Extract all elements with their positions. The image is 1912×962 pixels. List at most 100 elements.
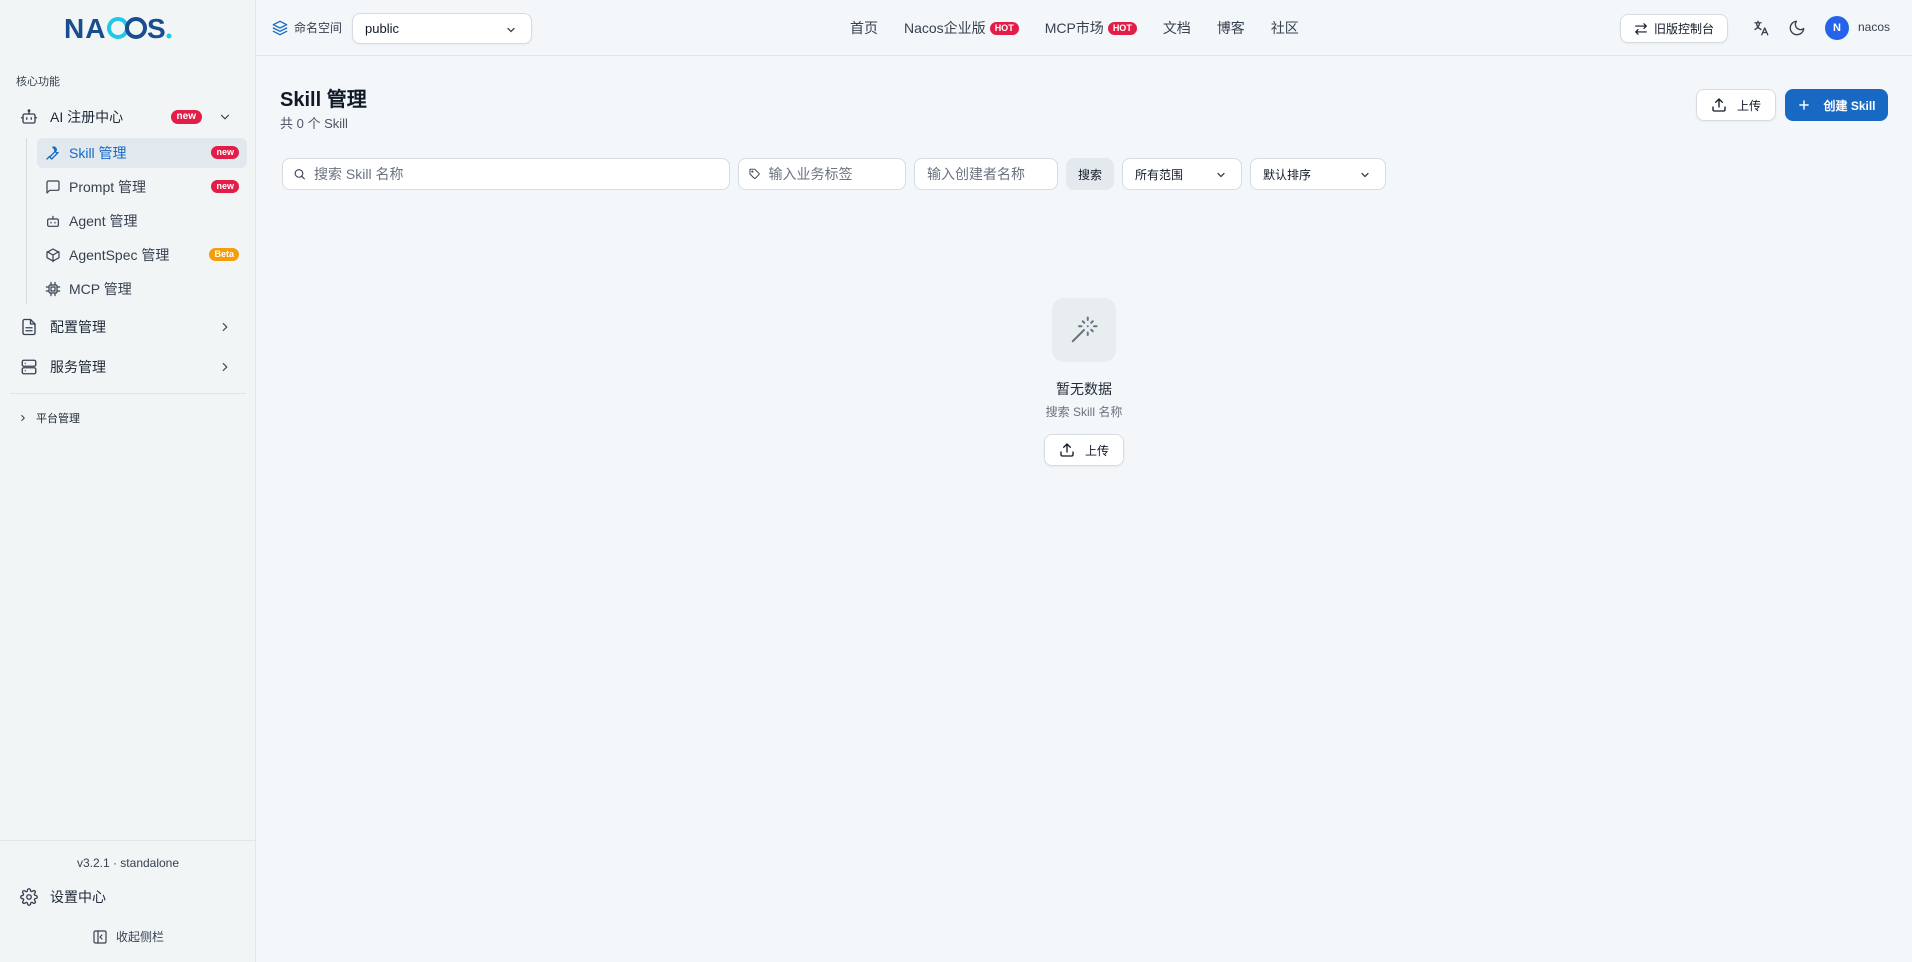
sidebar-item-label: Agent 管理 — [69, 213, 138, 229]
sort-value: 默认排序 — [1263, 167, 1312, 182]
robot-icon — [20, 108, 38, 126]
nav-label: 文档 — [1162, 20, 1191, 36]
tag-field[interactable] — [738, 158, 906, 190]
sidebar-item-skill[interactable]: Skill 管理 new — [37, 138, 247, 168]
chevron-down-icon — [507, 27, 515, 33]
nav-docs[interactable]: 文档 — [1163, 18, 1191, 38]
sidebar-item-config[interactable]: 配置管理 — [10, 311, 246, 343]
hot-badge: HOT — [989, 21, 1019, 35]
new-badge: new — [211, 146, 239, 159]
namespace-value: public — [365, 21, 399, 36]
avatar[interactable]: N — [1825, 16, 1849, 40]
sidebar-item-label: 配置管理 — [50, 319, 106, 335]
sidebar-item-mcp[interactable]: MCP 管理 — [37, 274, 247, 304]
namespace-select[interactable]: public — [352, 13, 532, 44]
upload-button[interactable]: 上传 — [1696, 89, 1776, 121]
upload-icon — [1712, 98, 1726, 112]
namespace-label-text: 命名空间 — [294, 21, 343, 35]
create-label: 创建 Skill — [1823, 98, 1876, 113]
chevron-down-icon — [220, 114, 230, 120]
sort-select[interactable]: 默认排序 — [1250, 158, 1386, 190]
section-title-core: 核心功能 — [16, 76, 60, 88]
old-console-button[interactable]: 旧版控制台 — [1620, 14, 1728, 43]
nav-home[interactable]: 首页 — [850, 18, 878, 38]
scope-select[interactable]: 所有范围 — [1122, 158, 1242, 190]
sidebar-item-service[interactable]: 服务管理 — [10, 351, 246, 383]
old-console-label: 旧版控制台 — [1653, 22, 1714, 36]
chip-icon — [45, 281, 61, 297]
skill-search-input[interactable] — [314, 159, 729, 189]
nav-label: Nacos企业版 — [904, 20, 986, 36]
username[interactable]: nacos — [1858, 20, 1890, 34]
upload-label: 上传 — [1736, 98, 1761, 113]
hot-badge: HOT — [1107, 21, 1137, 35]
swap-icon — [1635, 22, 1647, 35]
empty-state-upload-button[interactable]: 上传 — [1044, 434, 1124, 466]
upload-label: 上传 — [1084, 443, 1109, 458]
sidebar-group-platform[interactable]: 平台管理 — [18, 410, 80, 426]
version-label: v3.2.1 · standalone — [76, 856, 180, 870]
collapse-sidebar-button[interactable]: 收起侧栏 — [92, 928, 164, 945]
plus-icon — [1799, 100, 1810, 110]
nav-blog[interactable]: 博客 — [1217, 18, 1245, 38]
nav-enterprise[interactable]: Nacos企业版 HOT — [904, 18, 1019, 38]
chevron-right-icon — [222, 362, 228, 372]
sidebar-item-label: MCP 管理 — [69, 281, 132, 297]
sidebar-divider — [10, 393, 246, 394]
message-square-icon — [45, 179, 61, 195]
sidebar-item-agentspec[interactable]: AgentSpec 管理 Beta — [37, 240, 247, 270]
empty-state-subtitle: 搜索 Skill 名称 — [1045, 405, 1123, 419]
top-nav: 首页 Nacos企业版 HOT MCP市场 HOT 文档 博客 社区 — [850, 18, 1325, 38]
nav-label: 博客 — [1216, 20, 1245, 36]
empty-state-icon-box — [1052, 298, 1116, 362]
sidebar-item-prompt[interactable]: Prompt 管理 new — [37, 172, 247, 202]
namespace-label: 命名空间 — [272, 19, 342, 36]
sidebar-bottom-divider — [0, 840, 256, 841]
creator-field[interactable] — [914, 158, 1058, 190]
magic-wand-icon — [1071, 316, 1098, 343]
settings-center-button[interactable]: 设置中心 — [20, 887, 106, 907]
skill-search-field[interactable] — [282, 158, 730, 190]
chevron-down-icon — [1217, 172, 1225, 178]
new-badge: new — [211, 180, 239, 193]
search-icon — [294, 169, 305, 180]
tag-input[interactable] — [768, 159, 905, 189]
page-title: Skill 管理 — [280, 89, 367, 111]
chevron-right-icon — [222, 322, 228, 332]
sidebar-item-label: Prompt 管理 — [69, 179, 147, 195]
new-badge: new — [170, 110, 202, 124]
sidebar-item-ai-registry[interactable]: AI 注册中心 new — [10, 101, 246, 133]
moon-icon[interactable] — [1788, 19, 1806, 37]
create-skill-button[interactable]: 创建 Skill — [1785, 89, 1888, 121]
chevron-down-icon — [1361, 172, 1369, 178]
submenu-guide-line — [26, 138, 27, 304]
sidebar-item-agent[interactable]: Agent 管理 — [37, 206, 247, 236]
svg-text:NA: NA — [64, 14, 106, 42]
translate-icon[interactable] — [1752, 19, 1770, 37]
nav-community[interactable]: 社区 — [1271, 18, 1299, 38]
file-text-icon — [20, 318, 38, 336]
nav-label: MCP市场 — [1044, 20, 1104, 36]
sidebar-item-label: 服务管理 — [50, 359, 106, 375]
sidebar-group-label: 平台管理 — [36, 413, 80, 425]
nav-mcp-market[interactable]: MCP市场 HOT — [1045, 18, 1137, 38]
panel-left-icon — [93, 929, 107, 944]
top-bar: 命名空间 public 首页 Nacos企业版 HOT MCP市场 HOT 文档 博… — [256, 0, 1912, 56]
sidebar-item-label: Skill 管理 — [69, 145, 127, 161]
search-button[interactable]: 搜索 — [1066, 158, 1114, 190]
sidebar: NA S 核心功能 AI 注册中心 new Skill 管理 new Promp… — [0, 0, 256, 962]
scope-value: 所有范围 — [1135, 167, 1184, 182]
collapse-label: 收起侧栏 — [116, 930, 165, 944]
tag-icon — [749, 168, 760, 179]
empty-state-title: 暂无数据 — [1056, 381, 1112, 397]
nacos-logo[interactable]: NA S — [64, 12, 190, 44]
creator-input[interactable] — [927, 159, 1057, 189]
package-icon — [45, 247, 61, 263]
sidebar-item-label: AgentSpec 管理 — [69, 247, 170, 263]
page-subtitle: 共 0 个 Skill — [280, 116, 348, 131]
server-icon — [20, 358, 38, 376]
wrench-icon — [45, 145, 61, 161]
bot-icon — [45, 213, 61, 229]
beta-badge: Beta — [209, 248, 239, 261]
sidebar-item-label: AI 注册中心 — [50, 109, 124, 125]
